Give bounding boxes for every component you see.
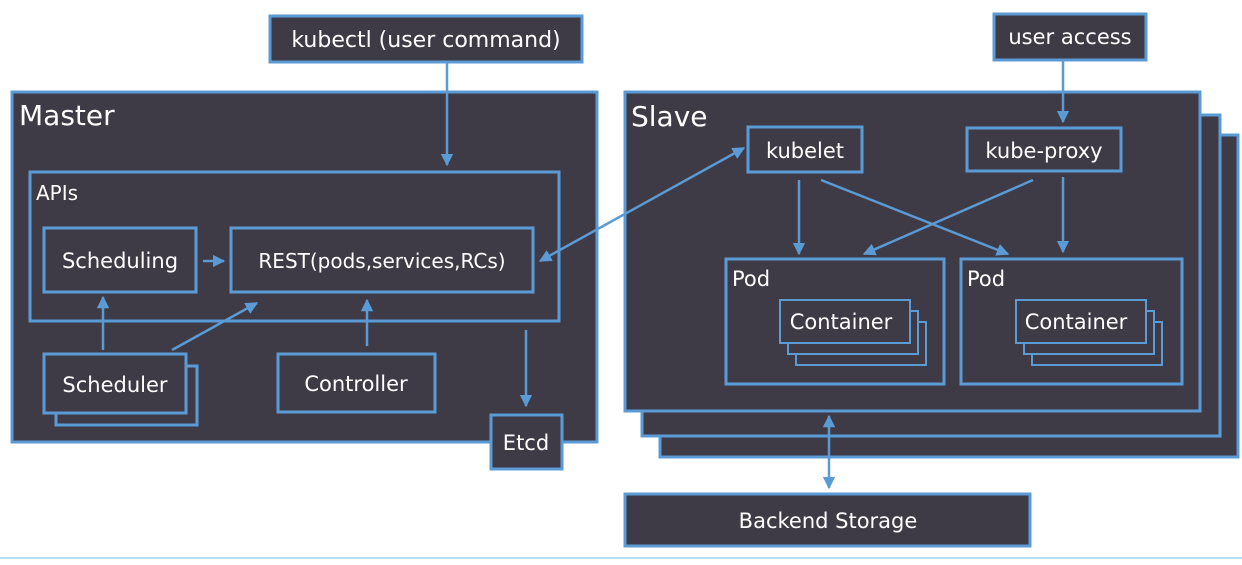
etcd-box: Etcd (489, 413, 564, 471)
slave-title: Slave (631, 100, 708, 133)
scheduler-label: Scheduler (62, 373, 167, 397)
rest-label: REST(pods,services,RCs) (258, 249, 505, 273)
controller-box: Controller (276, 352, 437, 414)
etcd-label: Etcd (503, 431, 549, 455)
kubernetes-architecture-diagram: kubectl (user command) user access Maste… (0, 0, 1242, 565)
pod-label: Pod (967, 267, 1005, 291)
container-label: Container (1025, 310, 1128, 334)
kube-proxy-box: kube-proxy (965, 126, 1123, 173)
kubelet-box: kubelet (746, 125, 864, 174)
pod-label: Pod (732, 267, 770, 291)
kubelet-label: kubelet (766, 139, 844, 163)
kube-proxy-label: kube-proxy (985, 139, 1102, 163)
user-access-box: user access (992, 12, 1148, 62)
slave-node: Slave kubelet kube-proxy Pod Container P… (623, 90, 1240, 459)
master-node: Master APIs Scheduling REST(pods,service… (10, 90, 599, 471)
scheduling-label: Scheduling (62, 249, 178, 273)
apis-label: APIs (36, 181, 78, 205)
backend-storage-box: Backend Storage (623, 492, 1032, 548)
rest-box: REST(pods,services,RCs) (229, 226, 535, 294)
user-access-label: user access (1008, 25, 1131, 49)
scheduler-box: Scheduler (42, 352, 199, 427)
kubectl-label: kubectl (user command) (291, 28, 560, 53)
kubectl-box: kubectl (user command) (268, 14, 584, 64)
master-title: Master (19, 99, 115, 132)
controller-label: Controller (304, 372, 408, 396)
scheduling-box: Scheduling (42, 226, 198, 294)
pod-box: Pod Container (959, 257, 1184, 386)
pod-box: Pod Container (724, 257, 946, 386)
container-label: Container (790, 310, 893, 334)
backend-storage-label: Backend Storage (739, 509, 918, 533)
